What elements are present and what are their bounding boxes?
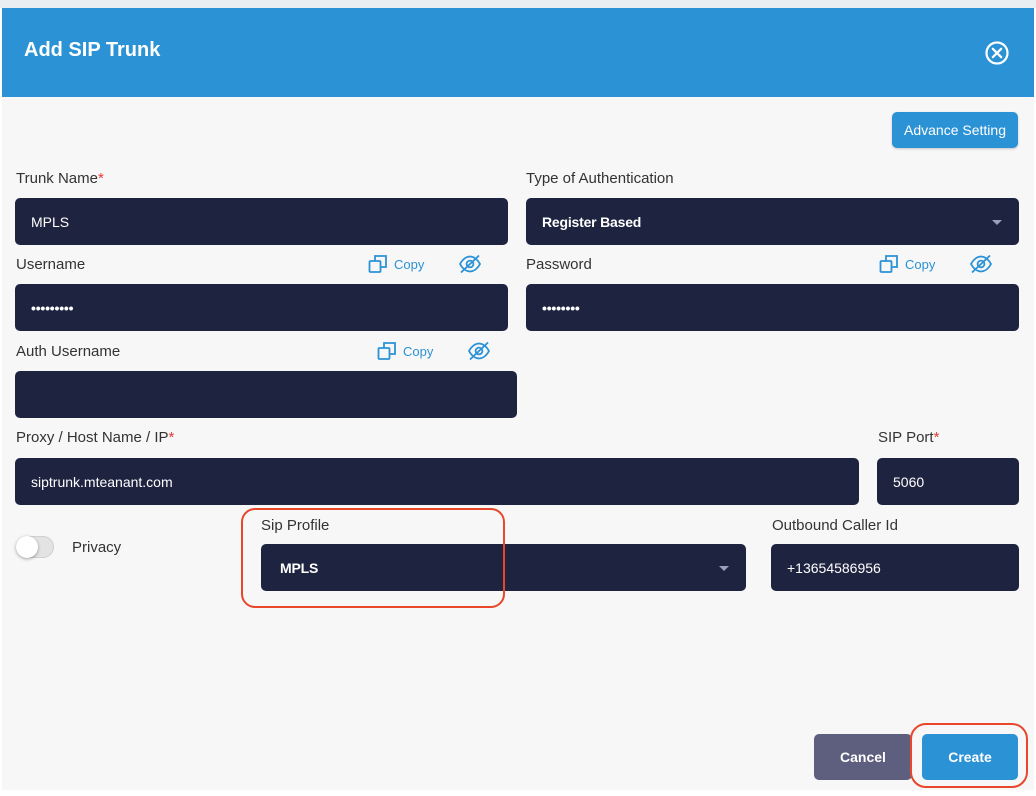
sip-profile-select[interactable]: MPLS [261,544,746,591]
password-label: Password [526,256,592,273]
privacy-label: Privacy [72,539,122,556]
eye-slash-icon [969,254,993,274]
sip-port-input[interactable]: 5060 [877,458,1019,505]
copy-icon [368,255,387,273]
username-visibility-toggle[interactable] [458,254,482,279]
auth-username-copy-button[interactable]: Copy [377,341,433,361]
privacy-toggle[interactable] [16,536,54,558]
chevron-down-icon [719,565,729,571]
trunk-name-label: Trunk Name* [16,170,104,187]
eye-slash-icon [467,341,491,361]
create-button[interactable]: Create [922,734,1018,780]
close-button[interactable] [983,39,1011,67]
modal-header: Add SIP Trunk [2,8,1034,97]
username-input[interactable]: ••••••••• [15,284,508,331]
username-label: Username [16,256,86,273]
auth-username-label: Auth Username [16,343,121,360]
copy-icon [879,255,898,273]
background-strip [0,0,1036,8]
proxy-host-label: Proxy / Host Name / IP* [16,429,175,446]
outbound-caller-id-input[interactable]: +13654586956 [771,544,1019,591]
password-input[interactable]: •••••••• [526,284,1019,331]
add-sip-trunk-modal: Add SIP Trunk Advance Setting Trunk Name… [2,8,1034,790]
cancel-button[interactable]: Cancel [814,734,912,780]
auth-username-visibility-toggle[interactable] [467,341,491,366]
auth-username-input[interactable] [15,371,517,418]
advance-setting-button[interactable]: Advance Setting [892,112,1018,148]
close-circle-icon [985,41,1009,65]
proxy-host-input[interactable]: siptrunk.mteanant.com [15,458,859,505]
eye-slash-icon [458,254,482,274]
password-visibility-toggle[interactable] [969,254,993,279]
chevron-down-icon [992,219,1002,225]
sip-port-label: SIP Port* [878,429,940,446]
auth-type-select[interactable]: Register Based [526,198,1019,245]
sip-profile-label: Sip Profile [261,517,330,534]
password-copy-button[interactable]: Copy [879,254,935,274]
modal-title: Add SIP Trunk [24,39,161,61]
auth-type-label: Type of Authentication [526,170,674,187]
username-copy-button[interactable]: Copy [368,254,424,274]
toggle-knob [16,536,38,558]
outbound-caller-id-label: Outbound Caller Id [772,517,898,534]
copy-icon [377,342,396,360]
trunk-name-input[interactable]: MPLS [15,198,508,245]
